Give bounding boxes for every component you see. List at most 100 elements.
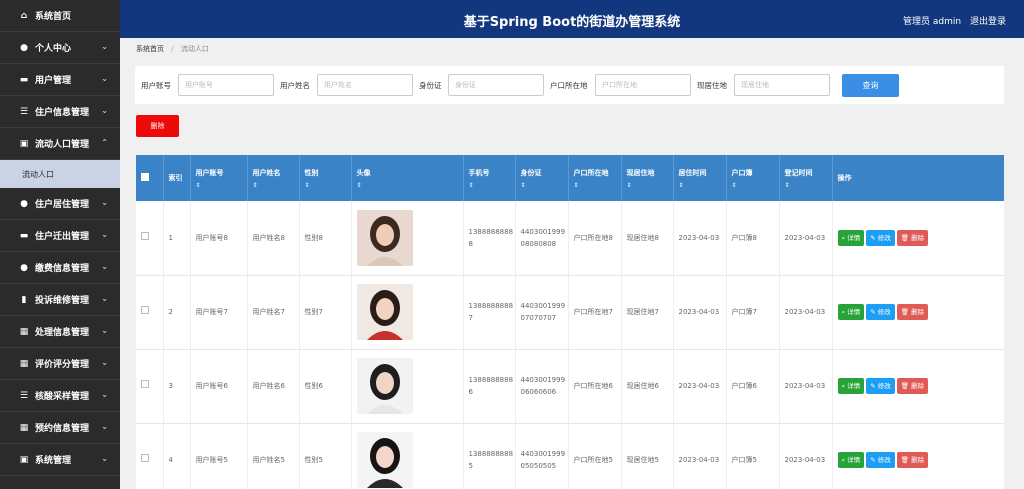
select-all-checkbox[interactable] <box>141 173 149 181</box>
avatar-image[interactable] <box>356 209 413 266</box>
sidebar-item-12[interactable]: ▦ 预约信息管理 ⌄ <box>0 412 120 444</box>
action-label: 删除 <box>911 233 925 242</box>
column-header: 头像 ⇕ <box>351 155 464 201</box>
sidebar-item-13[interactable]: ▣ 系统管理 ⌄ <box>0 444 120 476</box>
delete-button[interactable]: 🗑 删除 <box>896 452 929 468</box>
sidebar-item-8[interactable]: ▮ 投诉维修管理 ⌄ <box>0 284 120 316</box>
location-icon: ● <box>20 198 28 209</box>
row-index: 2 <box>163 275 191 349</box>
row-checkbox[interactable] <box>141 454 149 462</box>
user-icon: ● <box>20 42 28 53</box>
chevron-down-icon: ⌄ <box>101 42 108 51</box>
id-card-icon: ▬ <box>19 74 29 85</box>
sidebar-item-label: 预约信息管理 <box>35 424 90 434</box>
action-label: 修改 <box>877 308 891 316</box>
row-checkbox[interactable] <box>141 380 149 388</box>
search-input-residence[interactable] <box>734 74 830 96</box>
hukou-booklet: 户口簿5 <box>726 423 780 489</box>
sidebar: ⌂ 系统首页 ● 个人中心 ⌄ ▬ 用户管理 ⌄ ☰ 住户信息管理 ⌄ ▣ 流动人口管理 ⌃ 流动人口 ● 住户… <box>0 0 120 489</box>
hukou-booklet: 户口簿8 <box>726 201 780 275</box>
register-time: 2023-04-03 <box>779 349 833 423</box>
delete-button[interactable]: 🗑 删除 <box>896 304 929 320</box>
chevron-down-icon: ⌄ <box>101 454 108 463</box>
column-header[interactable]: 户口所在地 ⇕ <box>568 155 622 201</box>
sort-icon[interactable]: ⇕ <box>785 182 832 189</box>
edit-button[interactable]: ✎ 修改 <box>866 452 895 468</box>
row-checkbox[interactable] <box>141 231 149 240</box>
detail-button[interactable]: ⌕ 详情 <box>837 378 865 394</box>
sidebar-item-9[interactable]: ▦ 处理信息管理 ⌄ <box>0 316 120 348</box>
column-header-label: 手机号 <box>468 168 490 177</box>
pencil-icon: ✎ <box>870 382 878 390</box>
sort-icon[interactable]: ⇕ <box>574 182 621 189</box>
column-header[interactable]: 登记时间 ⇕ <box>779 155 833 201</box>
row-checkbox-cell <box>136 423 164 489</box>
sort-icon[interactable]: ⇕ <box>305 182 351 189</box>
edit-button[interactable]: ✎ 修改 <box>866 378 895 394</box>
column-header[interactable]: 现居住地 ⇕ <box>621 155 674 201</box>
logout-link[interactable]: 退出登录 <box>970 17 1006 27</box>
column-header[interactable]: 手机号 ⇕ <box>463 155 516 201</box>
sidebar-item-label: 住户迁出管理 <box>35 232 90 242</box>
search-input-account[interactable] <box>178 74 274 96</box>
search-input-name[interactable] <box>317 74 413 96</box>
sidebar-item-label: 处理信息管理 <box>35 328 90 338</box>
search-label-idcard: 身份证 <box>419 81 442 90</box>
edit-button[interactable]: ✎ 修改 <box>866 304 895 320</box>
sort-icon[interactable]: ⇕ <box>469 182 515 189</box>
row-actions: ⌕ 详情 ✎ 修改 🗑 删除 <box>832 423 1004 489</box>
avatar-image[interactable] <box>356 284 413 340</box>
table-row: 2 用户账号7 用户姓名7 性别7 13888888887 440300199907070… <box>136 275 1004 349</box>
sort-icon[interactable]: ⇕ <box>679 182 726 189</box>
breadcrumb-current: 流动人口 <box>180 45 209 53</box>
column-header[interactable]: 居住时间 ⇕ <box>673 155 727 201</box>
sidebar-item-10[interactable]: ▦ 评价评分管理 ⌄ <box>0 348 120 380</box>
sort-icon[interactable]: ⇕ <box>627 182 673 189</box>
column-header[interactable]: 用户账号 ⇕ <box>190 155 248 201</box>
sidebar-item-5[interactable]: ● 住户居住管理 ⌄ <box>0 188 120 220</box>
delete-button[interactable]: 🗑 删除 <box>896 229 929 246</box>
sort-icon[interactable]: ⇕ <box>253 182 299 189</box>
column-header[interactable]: 身份证 ⇕ <box>515 155 569 201</box>
search-input-idcard[interactable] <box>448 74 544 96</box>
residence: 现居住地7 <box>621 275 674 349</box>
live-time: 2023-04-03 <box>673 423 727 489</box>
search-button[interactable]: 查询 <box>842 74 899 97</box>
delete-button[interactable]: 🗑 删除 <box>896 378 929 394</box>
hukou-location: 户口所在地5 <box>568 423 622 489</box>
sidebar-subitem-floating-population[interactable]: 流动人口 <box>0 160 120 188</box>
sidebar-item-0[interactable]: ⌂ 系统首页 <box>0 0 120 32</box>
sidebar-item-6[interactable]: ▬ 住户迁出管理 ⌄ <box>0 220 120 252</box>
grid-icon: ▦ <box>19 326 29 337</box>
register-time: 2023-04-03 <box>779 275 833 349</box>
sort-icon[interactable]: ⇕ <box>732 182 779 189</box>
row-checkbox[interactable] <box>141 306 149 314</box>
column-header[interactable]: 性别 ⇕ <box>299 155 352 201</box>
detail-button[interactable]: ⌕ 详情 <box>837 229 865 246</box>
user-account: 用户账号5 <box>190 423 248 489</box>
sort-icon[interactable]: ⇕ <box>196 182 247 189</box>
sidebar-item-11[interactable]: ☰ 核酸采样管理 ⌄ <box>0 380 120 412</box>
avatar-image[interactable] <box>356 432 413 488</box>
batch-delete-button[interactable]: 删除 <box>136 115 179 137</box>
sidebar-item-4[interactable]: ▣ 流动人口管理 ⌃ <box>0 128 120 160</box>
sort-icon[interactable]: ⇕ <box>357 182 463 189</box>
row-actions: ⌕ 详情 ✎ 修改 🗑 删除 <box>832 349 1004 423</box>
sidebar-item-2[interactable]: ▬ 用户管理 ⌄ <box>0 64 120 96</box>
column-header[interactable]: 用户姓名 ⇕ <box>247 155 300 201</box>
sort-icon[interactable]: ⇕ <box>521 182 568 189</box>
column-header[interactable]: 户口簿 ⇕ <box>726 155 780 201</box>
sidebar-item-label: 系统管理 <box>35 456 72 466</box>
breadcrumb-home[interactable]: 系统首页 <box>136 45 164 53</box>
detail-button[interactable]: ⌕ 详情 <box>837 452 865 468</box>
sidebar-item-7[interactable]: ● 缴费信息管理 ⌄ <box>0 252 120 284</box>
action-label: 详情 <box>847 308 861 316</box>
avatar-image[interactable] <box>356 358 413 414</box>
edit-button[interactable]: ✎ 修改 <box>866 229 895 246</box>
sidebar-item-3[interactable]: ☰ 住户信息管理 ⌄ <box>0 96 120 128</box>
chevron-down-icon: ⌄ <box>101 422 108 431</box>
sidebar-item-1[interactable]: ● 个人中心 ⌄ <box>0 32 120 64</box>
column-header[interactable] <box>136 155 164 201</box>
search-input-hukou[interactable] <box>595 74 691 96</box>
detail-button[interactable]: ⌕ 详情 <box>837 304 865 320</box>
